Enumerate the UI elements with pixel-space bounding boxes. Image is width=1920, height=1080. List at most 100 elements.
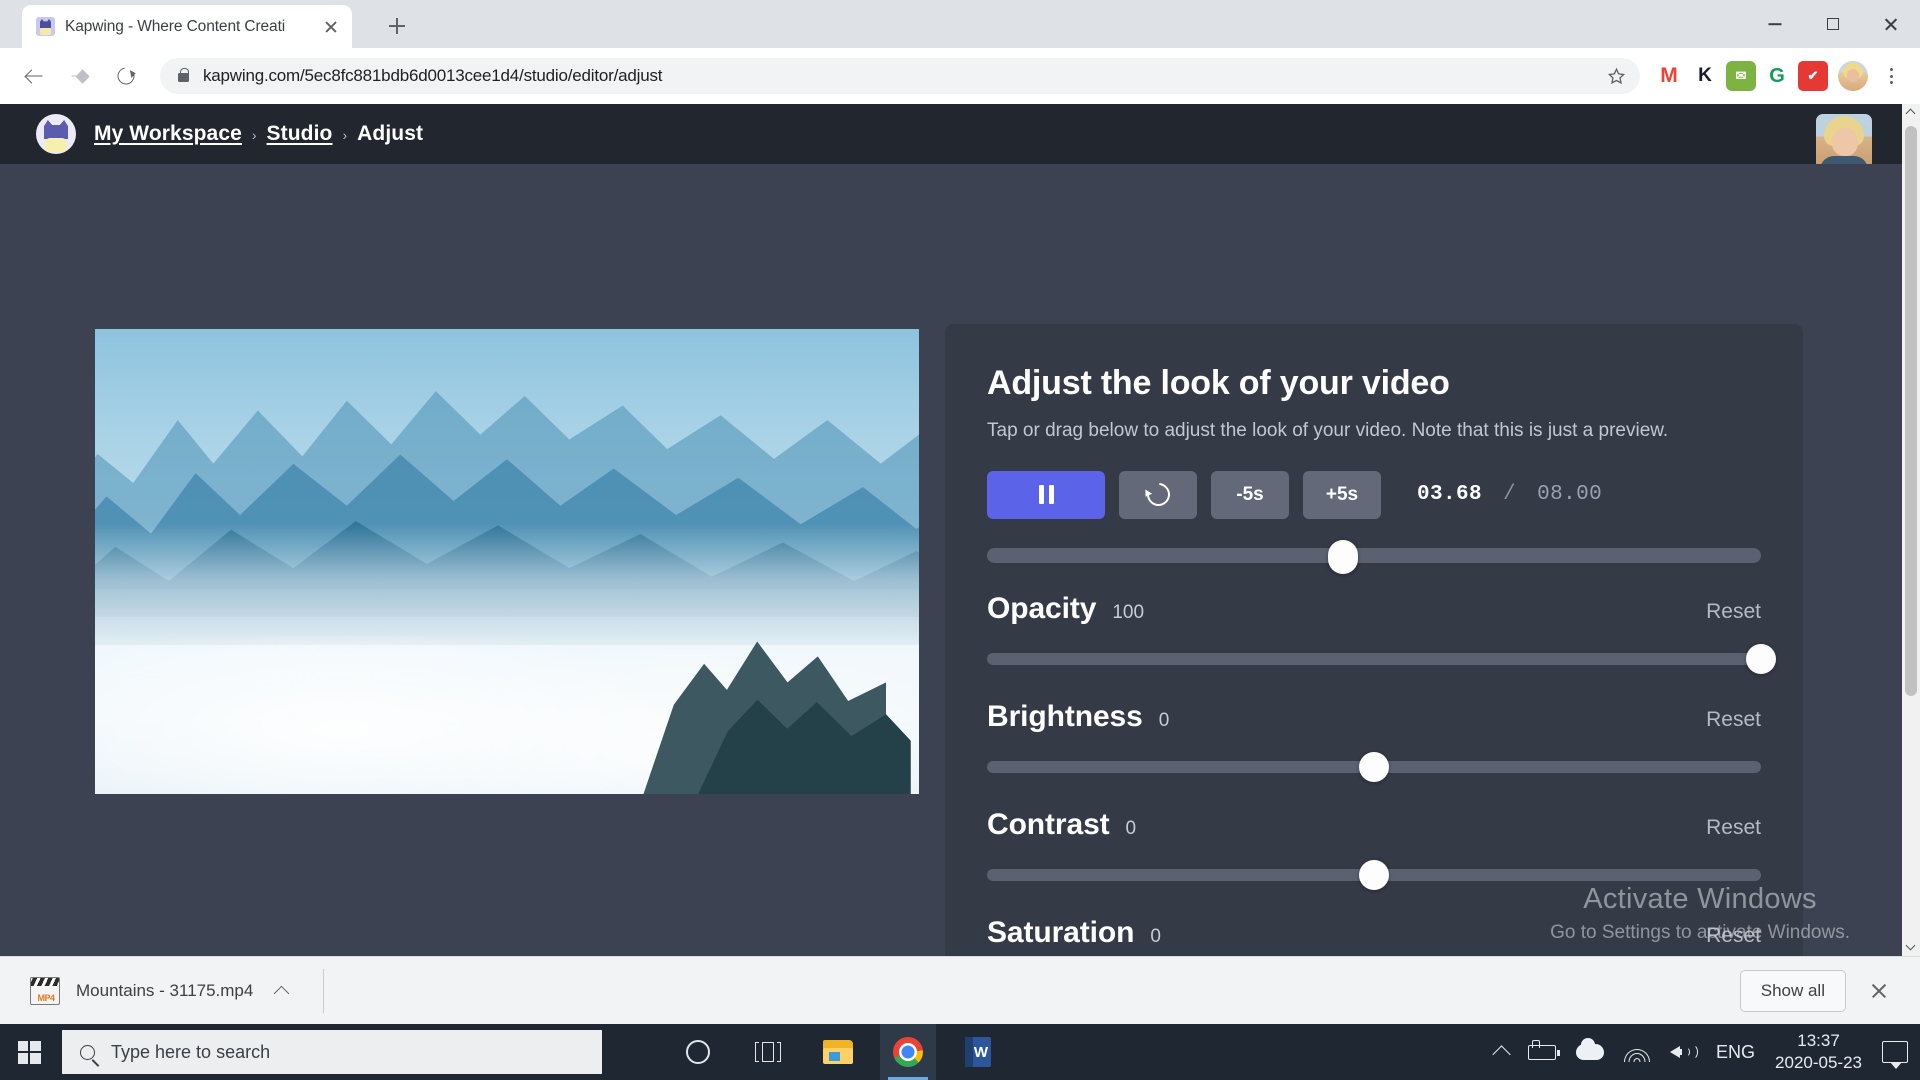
slider-opacity[interactable] <box>987 644 1761 674</box>
breadcrumb-item-my-workspace[interactable]: My Workspace <box>94 122 242 146</box>
task-view-icon <box>755 1042 781 1062</box>
kapwing-cat-favicon-icon <box>36 17 55 36</box>
wifi-icon[interactable] <box>1624 1043 1650 1062</box>
seek-slider[interactable] <box>987 542 1761 566</box>
taskbar-item-file-explorer[interactable] <box>810 1024 866 1080</box>
adjustment-label: Opacity <box>987 592 1096 626</box>
page-scrollbar[interactable] <box>1902 104 1920 956</box>
rewind-5s-button[interactable]: -5s <box>1211 471 1289 519</box>
video-preview[interactable] <box>95 329 919 794</box>
grammarly-extension-icon[interactable]: G <box>1762 61 1792 91</box>
new-tab-button[interactable] <box>382 11 412 41</box>
maximize-button[interactable] <box>1804 0 1862 48</box>
clock[interactable]: 13:37 2020-05-23 <box>1775 1030 1862 1074</box>
adjust-panel: Adjust the look of your video Tap or dra… <box>945 324 1803 956</box>
adjustment-group-contrast: Contrast0Reset <box>987 808 1761 890</box>
battery-charging-icon[interactable] <box>1528 1045 1556 1060</box>
restart-icon <box>1142 479 1174 511</box>
show-all-button[interactable]: Show all <box>1740 970 1846 1012</box>
current-time: 03.68 <box>1417 483 1482 506</box>
profile-avatar[interactable] <box>1838 61 1868 91</box>
adjustment-list: Opacity100ResetBrightness0ResetContrast0… <box>987 592 1761 956</box>
windows-taskbar: Type here to search W <box>0 1024 1920 1080</box>
screen: Kapwing - Where Content Creati kapwing.c… <box>0 0 1920 1080</box>
gmail-extension-icon[interactable]: M <box>1654 61 1684 91</box>
clock-date: 2020-05-23 <box>1775 1052 1862 1074</box>
taskbar-item-google-chrome[interactable] <box>880 1024 936 1080</box>
adjustment-group-saturation: Saturation0Reset <box>987 916 1761 956</box>
browser-tab[interactable]: Kapwing - Where Content Creati <box>22 5 352 48</box>
slider-contrast[interactable] <box>987 860 1761 890</box>
breadcrumb-separator: › <box>252 127 257 143</box>
kapwing-extension-icon[interactable]: K <box>1690 61 1720 91</box>
slider-brightness[interactable] <box>987 752 1761 782</box>
restart-button[interactable] <box>1119 471 1197 519</box>
reload-button[interactable] <box>106 56 146 96</box>
divider <box>323 969 324 1013</box>
chevron-up-icon[interactable] <box>269 978 295 1004</box>
windows-logo-icon <box>18 1041 41 1064</box>
minimize-button[interactable] <box>1746 0 1804 48</box>
forward-button[interactable] <box>60 56 100 96</box>
mp4-file-icon: MP4 <box>30 977 60 1005</box>
playback-controls: -5s +5s 03.68 / 08.00 <box>987 471 1761 519</box>
close-download-bar-icon[interactable] <box>1864 976 1894 1006</box>
reset-saturation-button[interactable]: Reset <box>1706 924 1761 948</box>
adjustment-value: 0 <box>1159 710 1170 732</box>
chrome-menu-button[interactable] <box>1876 61 1906 91</box>
browser-toolbar: kapwing.com/5ec8fc881bdb6d0013cee1d4/stu… <box>0 48 1920 104</box>
adjustment-label: Brightness <box>987 700 1143 734</box>
reset-contrast-button[interactable]: Reset <box>1706 816 1761 840</box>
pause-icon <box>1039 485 1054 504</box>
tray-overflow-chevron-up-icon[interactable] <box>1492 1045 1510 1063</box>
search-icon <box>80 1045 95 1060</box>
kapwing-cat-logo-icon[interactable] <box>36 114 76 154</box>
address-bar[interactable]: kapwing.com/5ec8fc881bdb6d0013cee1d4/stu… <box>160 58 1640 94</box>
back-button[interactable] <box>14 56 54 96</box>
taskbar-apps: W <box>670 1024 1006 1080</box>
adjustment-label: Saturation <box>987 916 1134 950</box>
slider-thumb[interactable] <box>1359 860 1389 890</box>
slider-thumb[interactable] <box>1359 752 1389 782</box>
scroll-up-button[interactable] <box>1902 104 1920 122</box>
onedrive-cloud-icon[interactable] <box>1576 1044 1604 1060</box>
close-window-button[interactable] <box>1862 0 1920 48</box>
scroll-down-button[interactable] <box>1902 938 1920 956</box>
download-bar: MP4 Mountains - 31175.mp4 Show all <box>0 956 1920 1024</box>
volume-icon[interactable] <box>1670 1042 1696 1062</box>
reset-opacity-button[interactable]: Reset <box>1706 600 1761 624</box>
seek-thumb[interactable] <box>1328 540 1358 574</box>
taskbar-item-task-view[interactable] <box>740 1024 796 1080</box>
download-item[interactable]: MP4 Mountains - 31175.mp4 <box>16 977 295 1005</box>
total-time: 08.00 <box>1537 483 1602 506</box>
download-file-name: Mountains - 31175.mp4 <box>76 981 253 1001</box>
adjustment-value: 0 <box>1126 818 1137 840</box>
breadcrumb: My Workspace › Studio › Adjust <box>94 122 423 146</box>
lock-icon <box>178 73 189 82</box>
adjustment-header: Brightness 0 Reset <box>987 700 1761 740</box>
taskbar-search-input[interactable]: Type here to search <box>62 1030 602 1074</box>
cortana-icon <box>686 1040 710 1064</box>
mail-extension-icon[interactable]: ✉ <box>1726 61 1756 91</box>
clock-time: 13:37 <box>1775 1030 1862 1052</box>
star-icon[interactable] <box>1607 67 1626 85</box>
checkmark-extension-icon[interactable]: ✔ <box>1798 61 1828 91</box>
reset-brightness-button[interactable]: Reset <box>1706 708 1761 732</box>
taskbar-item-microsoft-word[interactable]: W <box>950 1024 1006 1080</box>
forward-5s-button[interactable]: +5s <box>1303 471 1381 519</box>
adjustment-group-opacity: Opacity100Reset <box>987 592 1761 674</box>
account-avatar[interactable] <box>1816 114 1872 170</box>
notification-icon[interactable] <box>1882 1041 1908 1063</box>
breadcrumb-item-studio[interactable]: Studio <box>267 122 333 146</box>
windows-start-button[interactable] <box>0 1024 58 1080</box>
page-viewport: My Workspace › Studio › Adjust <box>0 104 1920 956</box>
adjustment-header: Saturation0Reset <box>987 916 1761 956</box>
tab-title: Kapwing - Where Content Creati <box>65 18 310 36</box>
tab-close-icon[interactable] <box>320 16 342 38</box>
slider-thumb[interactable] <box>1746 644 1776 674</box>
taskbar-item-cortana[interactable] <box>670 1024 726 1080</box>
adjustment-header: Contrast0Reset <box>987 808 1761 848</box>
scrollbar-thumb[interactable] <box>1905 126 1917 696</box>
language-indicator[interactable]: ENG <box>1716 1042 1755 1063</box>
pause-button[interactable] <box>987 471 1105 519</box>
